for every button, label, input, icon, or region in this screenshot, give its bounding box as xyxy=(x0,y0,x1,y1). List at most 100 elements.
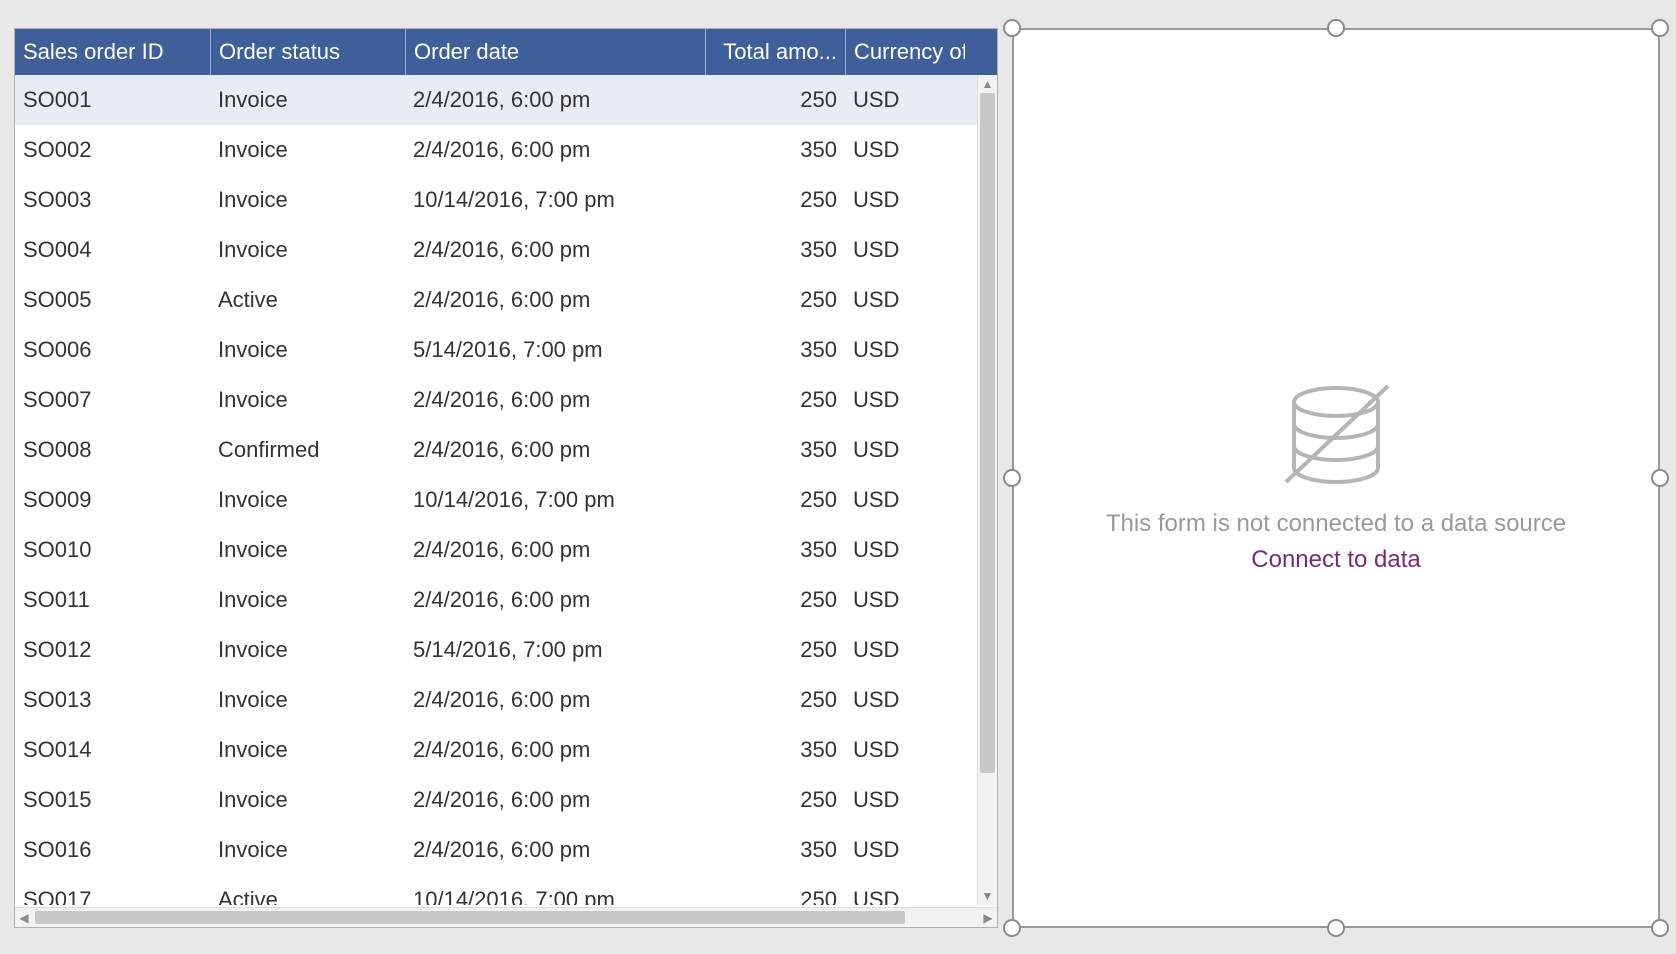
resize-handle-s[interactable] xyxy=(1327,919,1345,937)
cell-sales-order-id: SO002 xyxy=(15,137,210,163)
cell-order-date: 2/4/2016, 6:00 pm xyxy=(405,687,705,713)
cell-order-date: 2/4/2016, 6:00 pm xyxy=(405,787,705,813)
cell-currency: USD xyxy=(845,237,965,263)
cell-sales-order-id: SO013 xyxy=(15,687,210,713)
cell-total-amount: 250 xyxy=(705,887,845,905)
table-row[interactable]: SO015Invoice2/4/2016, 6:00 pm250USD xyxy=(15,775,997,825)
table-row[interactable]: SO009Invoice10/14/2016, 7:00 pm250USD xyxy=(15,475,997,525)
cell-currency: USD xyxy=(845,587,965,613)
resize-handle-se[interactable] xyxy=(1651,919,1669,937)
vertical-scrollbar[interactable]: ▲ ▼ xyxy=(977,75,997,905)
table-row[interactable]: SO017Active10/14/2016, 7:00 pm250USD xyxy=(15,875,997,905)
resize-handle-e[interactable] xyxy=(1651,469,1669,487)
scroll-up-icon[interactable]: ▲ xyxy=(978,75,997,93)
connect-to-data-link[interactable]: Connect to data xyxy=(1251,546,1420,574)
cell-total-amount: 350 xyxy=(705,737,845,763)
scroll-left-icon[interactable]: ◀ xyxy=(15,908,33,927)
table-row[interactable]: SO001Invoice2/4/2016, 6:00 pm250USD xyxy=(15,75,997,125)
cell-total-amount: 250 xyxy=(705,587,845,613)
cell-sales-order-id: SO015 xyxy=(15,787,210,813)
cell-currency: USD xyxy=(845,437,965,463)
table-row[interactable]: SO012Invoice5/14/2016, 7:00 pm250USD xyxy=(15,625,997,675)
table-row[interactable]: SO004Invoice2/4/2016, 6:00 pm350USD xyxy=(15,225,997,275)
cell-sales-order-id: SO017 xyxy=(15,887,210,905)
cell-sales-order-id: SO014 xyxy=(15,737,210,763)
cell-order-status: Invoice xyxy=(210,837,405,863)
table-row[interactable]: SO011Invoice2/4/2016, 6:00 pm250USD xyxy=(15,575,997,625)
table-row[interactable]: SO010Invoice2/4/2016, 6:00 pm350USD xyxy=(15,525,997,575)
header-sales-order-id[interactable]: Sales order ID xyxy=(15,29,210,75)
cell-sales-order-id: SO006 xyxy=(15,337,210,363)
header-total-amount[interactable]: Total amo... xyxy=(705,29,845,75)
header-order-status[interactable]: Order status xyxy=(210,29,405,75)
resize-handle-w[interactable] xyxy=(1003,469,1021,487)
cell-currency: USD xyxy=(845,787,965,813)
horizontal-scroll-thumb[interactable] xyxy=(35,911,905,924)
cell-currency: USD xyxy=(845,487,965,513)
cell-order-status: Invoice xyxy=(210,787,405,813)
cell-currency: USD xyxy=(845,287,965,313)
table-row[interactable]: SO005Active2/4/2016, 6:00 pm250USD xyxy=(15,275,997,325)
cell-order-status: Invoice xyxy=(210,687,405,713)
cell-order-status: Invoice xyxy=(210,587,405,613)
cell-currency: USD xyxy=(845,537,965,563)
cell-sales-order-id: SO012 xyxy=(15,637,210,663)
cell-order-status: Active xyxy=(210,287,405,313)
cell-order-date: 10/14/2016, 7:00 pm xyxy=(405,887,705,905)
table-row[interactable]: SO007Invoice2/4/2016, 6:00 pm250USD xyxy=(15,375,997,425)
table-row[interactable]: SO003Invoice10/14/2016, 7:00 pm250USD xyxy=(15,175,997,225)
cell-order-status: Invoice xyxy=(210,337,405,363)
resize-handle-n[interactable] xyxy=(1327,19,1345,37)
table-row[interactable]: SO006Invoice5/14/2016, 7:00 pm350USD xyxy=(15,325,997,375)
cell-sales-order-id: SO009 xyxy=(15,487,210,513)
cell-order-status: Active xyxy=(210,887,405,905)
cell-order-date: 5/14/2016, 7:00 pm xyxy=(405,637,705,663)
table-row[interactable]: SO002Invoice2/4/2016, 6:00 pm350USD xyxy=(15,125,997,175)
resize-handle-nw[interactable] xyxy=(1003,19,1021,37)
cell-sales-order-id: SO016 xyxy=(15,837,210,863)
scroll-down-icon[interactable]: ▼ xyxy=(978,887,997,905)
cell-total-amount: 250 xyxy=(705,287,845,313)
cell-currency: USD xyxy=(845,637,965,663)
cell-order-date: 2/4/2016, 6:00 pm xyxy=(405,587,705,613)
header-currency[interactable]: Currency of T xyxy=(845,29,965,75)
cell-order-status: Confirmed xyxy=(210,437,405,463)
cell-total-amount: 350 xyxy=(705,137,845,163)
header-order-date[interactable]: Order date xyxy=(405,29,705,75)
cell-currency: USD xyxy=(845,837,965,863)
cell-sales-order-id: SO005 xyxy=(15,287,210,313)
sales-order-grid[interactable]: Sales order ID Order status Order date T… xyxy=(14,28,998,928)
cell-sales-order-id: SO010 xyxy=(15,537,210,563)
cell-order-status: Invoice xyxy=(210,637,405,663)
cell-currency: USD xyxy=(845,137,965,163)
cell-currency: USD xyxy=(845,387,965,413)
cell-order-status: Invoice xyxy=(210,137,405,163)
cell-order-status: Invoice xyxy=(210,187,405,213)
cell-currency: USD xyxy=(845,187,965,213)
cell-total-amount: 250 xyxy=(705,687,845,713)
form-control[interactable]: This form is not connected to a data sou… xyxy=(1012,28,1660,928)
cell-order-date: 2/4/2016, 6:00 pm xyxy=(405,387,705,413)
cell-order-date: 2/4/2016, 6:00 pm xyxy=(405,737,705,763)
cell-order-status: Invoice xyxy=(210,537,405,563)
cell-sales-order-id: SO011 xyxy=(15,587,210,613)
table-row[interactable]: SO013Invoice2/4/2016, 6:00 pm250USD xyxy=(15,675,997,725)
cell-order-status: Invoice xyxy=(210,237,405,263)
table-row[interactable]: SO016Invoice2/4/2016, 6:00 pm350USD xyxy=(15,825,997,875)
cell-order-date: 2/4/2016, 6:00 pm xyxy=(405,237,705,263)
horizontal-scrollbar[interactable]: ◀ ▶ xyxy=(15,907,997,927)
cell-total-amount: 250 xyxy=(705,787,845,813)
cell-order-status: Invoice xyxy=(210,737,405,763)
cell-order-date: 2/4/2016, 6:00 pm xyxy=(405,537,705,563)
cell-sales-order-id: SO008 xyxy=(15,437,210,463)
table-row[interactable]: SO014Invoice2/4/2016, 6:00 pm350USD xyxy=(15,725,997,775)
resize-handle-ne[interactable] xyxy=(1651,19,1669,37)
cell-currency: USD xyxy=(845,887,965,905)
scroll-right-icon[interactable]: ▶ xyxy=(979,908,997,927)
table-row[interactable]: SO008Confirmed2/4/2016, 6:00 pm350USD xyxy=(15,425,997,475)
cell-order-status: Invoice xyxy=(210,87,405,113)
cell-total-amount: 250 xyxy=(705,87,845,113)
cell-sales-order-id: SO007 xyxy=(15,387,210,413)
vertical-scroll-thumb[interactable] xyxy=(980,93,995,773)
resize-handle-sw[interactable] xyxy=(1003,919,1021,937)
